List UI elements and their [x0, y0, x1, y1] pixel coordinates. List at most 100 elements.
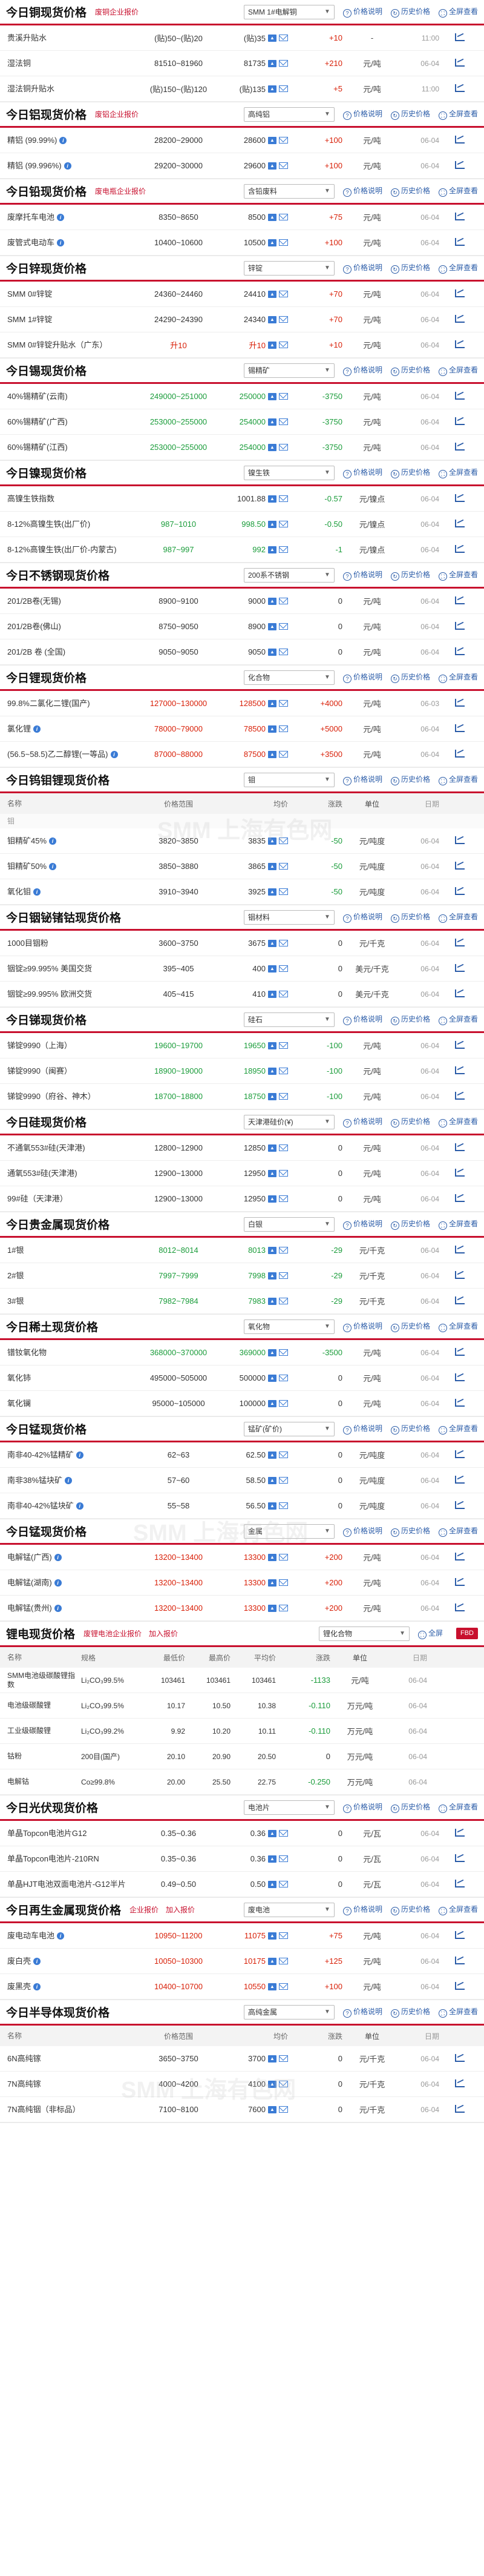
product-name[interactable]: 铟锭≥99.995% 欧洲交货	[0, 989, 133, 999]
history-price-link[interactable]: ↻ 历史价格	[390, 672, 430, 683]
mail-icon[interactable]	[279, 1144, 288, 1151]
trend-chart-button[interactable]	[442, 1501, 478, 1511]
product-name[interactable]: 废电动车电池 i	[0, 1931, 133, 1940]
price-alert-icon[interactable]: ▲	[268, 520, 276, 528]
mail-icon[interactable]	[279, 863, 288, 870]
mail-icon[interactable]	[279, 60, 288, 67]
price-alert-icon[interactable]: ▲	[268, 162, 276, 170]
category-select[interactable]: 化合物 ▼	[243, 670, 335, 685]
mail-icon[interactable]	[279, 137, 288, 144]
price-alert-icon[interactable]: ▲	[268, 1246, 276, 1254]
product-name[interactable]: 6N高纯镓	[0, 2054, 133, 2063]
product-name[interactable]: 废黑壳 i	[0, 1982, 133, 1991]
mail-icon[interactable]	[279, 495, 288, 502]
price-note-link[interactable]: ? 价格说明	[342, 467, 382, 478]
trend-chart-button[interactable]	[442, 749, 478, 759]
trend-chart-button[interactable]	[442, 519, 478, 529]
trend-chart-button[interactable]	[442, 1347, 478, 1358]
info-icon[interactable]: i	[49, 837, 57, 845]
trend-chart-button[interactable]	[442, 1930, 478, 1941]
mail-icon[interactable]	[279, 1958, 288, 1964]
history-price-link[interactable]: ↻ 历史价格	[390, 6, 430, 18]
price-alert-icon[interactable]: ▲	[268, 136, 276, 144]
history-price-link[interactable]: ↻ 历史价格	[390, 569, 430, 581]
mail-icon[interactable]	[279, 291, 288, 297]
price-alert-icon[interactable]: ▲	[268, 1195, 276, 1203]
info-icon[interactable]: i	[54, 1554, 62, 1561]
info-icon[interactable]: i	[57, 239, 65, 246]
mail-icon[interactable]	[279, 1605, 288, 1611]
trend-chart-button[interactable]	[442, 1828, 478, 1838]
company-quote-link[interactable]: 废铜企业报价	[95, 7, 139, 17]
trend-chart-button[interactable]	[442, 84, 478, 94]
price-alert-icon[interactable]: ▲	[268, 1476, 276, 1484]
mail-icon[interactable]	[279, 2081, 288, 2087]
mail-icon[interactable]	[279, 521, 288, 527]
trend-chart-button[interactable]	[442, 1296, 478, 1306]
mail-icon[interactable]	[279, 751, 288, 758]
price-alert-icon[interactable]: ▲	[268, 290, 276, 298]
price-alert-icon[interactable]: ▲	[268, 1604, 276, 1612]
trend-chart-button[interactable]	[442, 596, 478, 606]
product-name[interactable]: 电解锰(广西) i	[0, 1553, 133, 1562]
price-alert-icon[interactable]: ▲	[268, 1144, 276, 1152]
product-name[interactable]: 南非38%锰块矿 i	[0, 1476, 133, 1485]
price-alert-icon[interactable]: ▲	[268, 1932, 276, 1940]
company-quote-link[interactable]: 企业报价	[129, 1904, 159, 1915]
mail-icon[interactable]	[279, 1983, 288, 1990]
price-alert-icon[interactable]: ▲	[268, 1349, 276, 1356]
product-name[interactable]: 99#硅（天津港）	[0, 1194, 133, 1203]
product-name[interactable]: 锑锭9990（闽赛）	[0, 1066, 133, 1075]
mail-icon[interactable]	[279, 393, 288, 400]
fullscreen-link[interactable]: ⛶ 全屏查看	[438, 467, 478, 478]
mail-icon[interactable]	[279, 940, 288, 946]
trend-chart-button[interactable]	[442, 1854, 478, 1864]
price-alert-icon[interactable]: ▲	[268, 495, 276, 503]
fullscreen-link[interactable]: ⛶ 全屏查看	[438, 672, 478, 683]
product-name[interactable]: 201/2B 卷 (全国)	[0, 647, 133, 656]
trend-chart-button[interactable]	[442, 1270, 478, 1281]
trend-chart-button[interactable]	[442, 1603, 478, 1613]
trend-chart-button[interactable]	[442, 647, 478, 657]
history-price-link[interactable]: ↻ 历史价格	[390, 262, 430, 274]
product-name[interactable]: (56.5~58.5)乙二醇锂(一等品) i	[0, 750, 133, 759]
product-name[interactable]: 湿法铜升贴水	[0, 84, 133, 93]
trend-chart-button[interactable]	[442, 212, 478, 222]
mail-icon[interactable]	[279, 623, 288, 630]
info-icon[interactable]: i	[33, 888, 41, 896]
product-name[interactable]: 2#银	[0, 1271, 133, 1280]
product-name[interactable]: 氧化钼 i	[0, 887, 133, 896]
trend-chart-button[interactable]	[442, 621, 478, 632]
category-select[interactable]: 高纯铝 ▼	[243, 107, 335, 122]
trend-chart-button[interactable]	[442, 1398, 478, 1409]
price-alert-icon[interactable]: ▲	[268, 648, 276, 656]
product-name[interactable]: 7N高纯镓	[0, 2079, 133, 2089]
trend-chart-button[interactable]	[442, 1552, 478, 1562]
history-price-link[interactable]: ↻ 历史价格	[390, 1218, 430, 1230]
price-alert-icon[interactable]: ▲	[268, 2105, 276, 2113]
mail-icon[interactable]	[279, 546, 288, 553]
price-alert-icon[interactable]: ▲	[268, 1855, 276, 1863]
fullscreen-link[interactable]: ⛶ 全屏查看	[438, 6, 478, 18]
info-icon[interactable]: i	[110, 751, 118, 758]
info-icon[interactable]: i	[64, 162, 71, 170]
mail-icon[interactable]	[279, 837, 288, 844]
trend-chart-button[interactable]	[442, 1879, 478, 1889]
price-alert-icon[interactable]: ▲	[268, 85, 276, 93]
price-alert-icon[interactable]: ▲	[268, 1092, 276, 1100]
price-note-link[interactable]: ? 价格说明	[342, 1218, 382, 1230]
mail-icon[interactable]	[279, 214, 288, 220]
price-note-link[interactable]: ? 价格说明	[342, 6, 382, 18]
company-quote-link[interactable]: 废电瓶企业报价	[95, 186, 146, 196]
price-alert-icon[interactable]: ▲	[268, 699, 276, 707]
product-name[interactable]: 湿法铜	[0, 59, 133, 68]
trend-chart-button[interactable]	[442, 1168, 478, 1178]
category-select[interactable]: 天津港硅价(¥) ▼	[243, 1114, 335, 1129]
trend-chart-button[interactable]	[442, 33, 478, 43]
trend-chart-button[interactable]	[442, 963, 478, 974]
product-name[interactable]: 氯化锂 i	[0, 724, 133, 733]
trend-chart-button[interactable]	[442, 340, 478, 350]
info-icon[interactable]: i	[76, 1451, 83, 1459]
trend-chart-button[interactable]	[442, 442, 478, 452]
price-alert-icon[interactable]: ▲	[268, 392, 276, 400]
